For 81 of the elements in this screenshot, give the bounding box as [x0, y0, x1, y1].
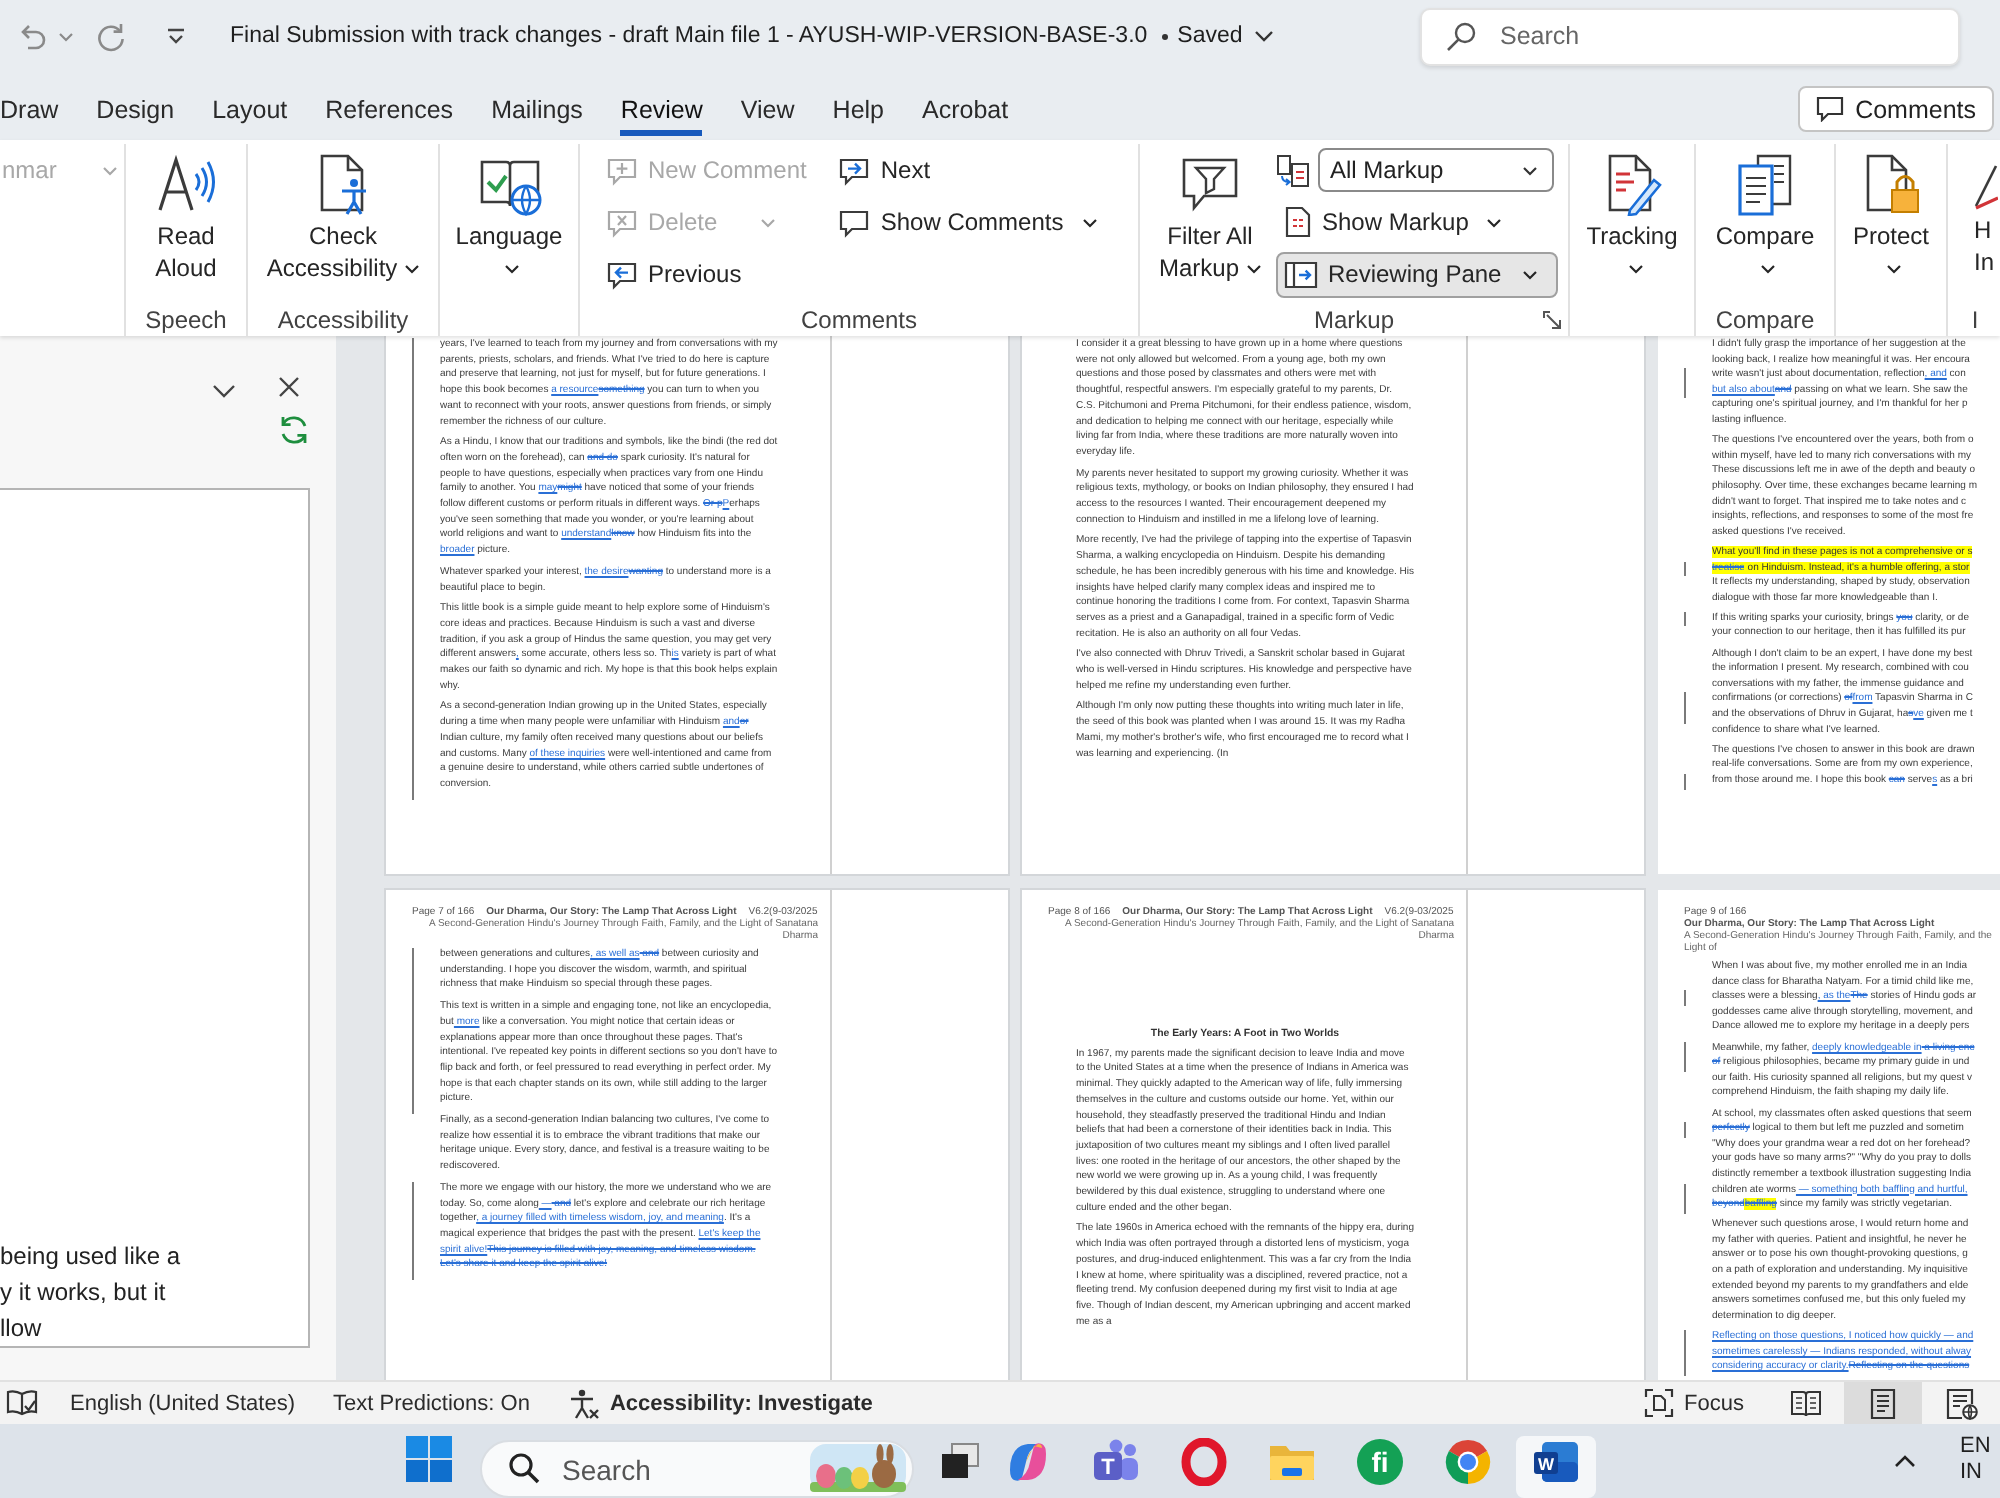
page-globe-icon: [1945, 1387, 1977, 1419]
search-icon: [1446, 21, 1476, 51]
ribbon-button[interactable]: Read Aloud: [142, 144, 230, 286]
windows-logo-icon[interactable]: [406, 1436, 452, 1482]
comment-icon: [1815, 96, 1844, 122]
ribbon-button[interactable]: Previous: [598, 251, 815, 297]
ribbon-button[interactable]: Language: [451, 144, 567, 286]
comment-text-line: llow: [0, 1312, 44, 1346]
caret-up-icon[interactable]: [1894, 1454, 1916, 1468]
input-language-label[interactable]: EN: [1960, 1434, 2000, 1460]
ring-app-icon: [1180, 1438, 1228, 1486]
search-field[interactable]: Search: [1420, 7, 1960, 65]
customize-caret-icon[interactable]: [166, 27, 186, 45]
ribbon-button[interactable]: Show Markup: [1276, 199, 1558, 245]
focus-icon: [1644, 1388, 1675, 1418]
ribbon-button[interactable]: Reviewing Pane: [1276, 251, 1558, 297]
ribbon-tab[interactable]: Mailings: [491, 82, 583, 136]
refresh-icon[interactable]: [278, 413, 310, 445]
ribbon-tab[interactable]: Help: [832, 82, 885, 136]
book-check-icon[interactable]: [6, 1388, 38, 1418]
ribbon-tab[interactable]: Design: [96, 82, 175, 136]
open-book-icon: [1789, 1389, 1821, 1417]
group-label: Markup: [1313, 305, 1394, 333]
taskbar-app-button[interactable]: T: [1076, 1436, 1156, 1498]
markup-document-icon: [1284, 206, 1312, 238]
ribbon-tab[interactable]: References: [325, 82, 454, 136]
accessibility-status[interactable]: Accessibility: Investigate: [609, 1391, 873, 1415]
ribbon-tab[interactable]: Layout: [212, 82, 288, 136]
text-predictions-status[interactable]: Text Predictions: On: [333, 1391, 530, 1415]
dialog-launcher-icon[interactable]: [1542, 309, 1562, 329]
language-status[interactable]: English (United States): [70, 1391, 295, 1415]
ribbon-button[interactable]: Compare: [1711, 144, 1819, 286]
reviewing-pane-icon: [1284, 259, 1318, 289]
group-label: Speech: [145, 305, 227, 333]
document-title: Final Submission with track changes - draft Main file 1 - AYUSH-WIP-VERSION-BASE-3.0: [230, 24, 1148, 48]
lettered-circle-app-icon: fi: [1356, 1438, 1404, 1486]
ribbon-button[interactable]: Check Accessibility: [251, 144, 435, 286]
segmented-circle-app-icon: [1444, 1438, 1492, 1486]
ribbon-tab[interactable]: Acrobat: [922, 82, 1009, 136]
read-aloud-icon: [154, 152, 218, 216]
group-label: Accessibility: [277, 305, 409, 333]
task-view-icon[interactable]: [940, 1442, 980, 1480]
search-icon: [508, 1452, 540, 1484]
accessibility-icon[interactable]: [567, 1387, 600, 1419]
next-comment-icon: [838, 155, 871, 185]
caret-icon[interactable]: [58, 31, 74, 41]
ribbon-button[interactable]: Protect: [1847, 144, 1935, 286]
ribbon-button[interactable]: Show Comments: [830, 199, 1106, 245]
input-language-label[interactable]: IN: [1960, 1460, 2000, 1486]
document-pair-icon: [1276, 153, 1310, 187]
ribbon-button[interactable]: Tracking: [1578, 144, 1686, 286]
focus-button[interactable]: Focus: [1644, 1388, 1744, 1418]
two-documents-icon: [1733, 152, 1797, 216]
ribbon-button[interactable]: Filter All Markup: [1152, 144, 1268, 286]
separator-dot-icon: [1161, 33, 1168, 39]
chevron-down-icon[interactable]: [212, 384, 236, 398]
swirl-app-icon: [1004, 1438, 1052, 1486]
ribbon-tab[interactable]: Draw: [0, 82, 59, 136]
add-comment-icon: [606, 155, 638, 185]
ribbon-button[interactable]: Next: [830, 147, 1106, 193]
page-lines-icon: [1870, 1387, 1896, 1419]
undo-icon[interactable]: [16, 22, 46, 50]
comment-icon: [838, 207, 871, 237]
caret-icon: [1254, 30, 1275, 42]
close-icon[interactable]: [278, 376, 300, 398]
group-label: Compare: [1715, 305, 1815, 333]
markup-dropdown[interactable]: All Markup: [1318, 148, 1554, 192]
group-label: Comments: [800, 305, 917, 333]
comment-text-line: being used like a: [0, 1240, 183, 1274]
redo-icon[interactable]: [96, 21, 126, 51]
comment-text-line: y it works, but it: [0, 1276, 168, 1310]
ribbon-tab[interactable]: View: [740, 82, 795, 136]
comments-button[interactable]: Comments: [1797, 86, 1994, 132]
previous-comment-icon: [606, 259, 638, 289]
taskbar-app-button[interactable]: W: [1516, 1436, 1596, 1498]
delete-comment-icon: [606, 207, 638, 237]
easter-eggs-drawing: [810, 1444, 906, 1492]
ribbon-button[interactable]: H In: [1974, 144, 2000, 278]
save-status-button[interactable]: Saved: [1177, 24, 1275, 48]
group-label: I: [1971, 305, 1979, 333]
view-button[interactable]: [1844, 1382, 1922, 1424]
